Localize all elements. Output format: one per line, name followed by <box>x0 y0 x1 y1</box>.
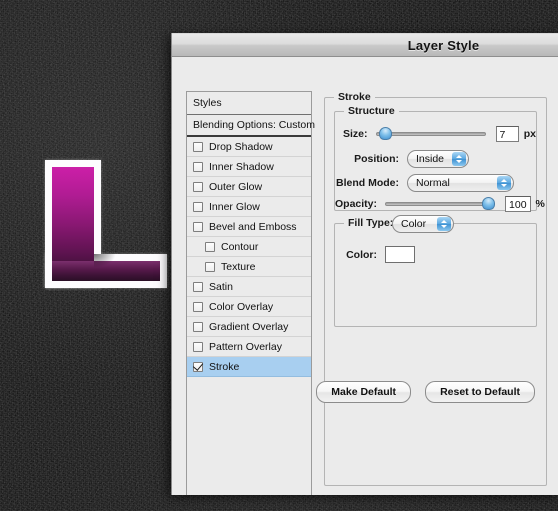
styles-list-item-label: Texture <box>221 260 256 273</box>
styles-list[interactable]: Styles Blending Options: Custom Drop Sha… <box>186 91 315 495</box>
fill-type-label: Fill Type: <box>344 217 398 229</box>
size-label: Size: <box>342 128 368 140</box>
size-value-input[interactable]: 7 <box>495 126 519 142</box>
checkbox-icon[interactable] <box>193 321 203 332</box>
color-field: Color: <box>343 246 415 263</box>
styles-list-item-label: Drop Shadow <box>209 140 273 153</box>
styles-list-item-label: Color Overlay <box>209 300 274 313</box>
fill-type-value: Color <box>401 218 427 230</box>
fill-type-group: Fill Type: Color Color: <box>334 215 537 327</box>
styles-list-item-label: Outer Glow <box>209 180 263 193</box>
styles-list-item[interactable]: Gradient Overlay <box>187 317 311 337</box>
opacity-field: Opacity: 100 % <box>335 196 545 212</box>
styles-list-item-label: Stroke <box>209 360 240 373</box>
size-slider-thumb[interactable] <box>379 127 393 140</box>
size-unit-label: px <box>523 128 536 140</box>
checkbox-icon[interactable] <box>193 221 203 232</box>
blend-mode-dropdown[interactable]: Normal <box>407 174 514 192</box>
styles-list-item-label: Contour <box>221 240 259 253</box>
blending-options-label: Blending Options: Custom <box>193 119 315 131</box>
stroke-group-label: Stroke <box>334 91 375 103</box>
layer-style-dialog: Layer Style Styles Blending Options: Cus… <box>171 33 558 495</box>
styles-list-item[interactable]: Satin <box>187 277 311 297</box>
styles-list-item-label: Gradient Overlay <box>209 320 289 333</box>
opacity-value-input[interactable]: 100 <box>505 196 531 212</box>
opacity-slider[interactable] <box>385 197 496 211</box>
styles-list-header[interactable]: Styles <box>187 92 311 115</box>
letter-l-inner-corner-shadow <box>94 254 116 268</box>
checkbox-icon[interactable] <box>193 161 203 172</box>
opacity-label: Opacity: <box>335 198 378 210</box>
styles-header-label: Styles <box>193 97 222 109</box>
styles-list-item[interactable]: Pattern Overlay <box>187 337 311 357</box>
dialog-title: Layer Style <box>407 37 480 53</box>
checkbox-icon[interactable] <box>193 141 203 152</box>
styles-list-item-label: Inner Shadow <box>209 160 274 173</box>
checkbox-icon[interactable] <box>193 181 203 192</box>
styles-list-item[interactable]: Contour <box>187 237 311 257</box>
blend-mode-value: Normal <box>416 177 450 189</box>
checkbox-icon[interactable] <box>205 241 215 252</box>
checkbox-icon[interactable] <box>193 281 203 292</box>
opacity-unit-label: % <box>535 198 545 210</box>
blend-mode-label: Blend Mode: <box>336 177 399 189</box>
dialog-button-row: Make Default Reset to Default <box>316 381 535 403</box>
opacity-slider-thumb[interactable] <box>482 197 496 210</box>
styles-list-item[interactable]: Texture <box>187 257 311 277</box>
checkbox-icon[interactable] <box>205 261 215 272</box>
styles-list-item[interactable]: Color Overlay <box>187 297 311 317</box>
styles-list-item-label: Satin <box>209 280 233 293</box>
checkbox-icon[interactable] <box>193 301 203 312</box>
dialog-titlebar[interactable]: Layer Style <box>172 33 558 57</box>
styles-list-item[interactable]: Inner Shadow <box>187 157 311 177</box>
size-slider[interactable] <box>375 127 486 141</box>
blend-mode-field: Blend Mode: Normal <box>335 174 536 192</box>
opacity-slider-track[interactable] <box>385 202 496 206</box>
make-default-button[interactable]: Make Default <box>316 381 412 403</box>
reset-to-default-button[interactable]: Reset to Default <box>425 381 535 403</box>
fill-type-dropdown[interactable]: Color <box>392 215 454 233</box>
color-label: Color: <box>346 248 377 261</box>
dialog-body: Styles Blending Options: Custom Drop Sha… <box>172 58 558 495</box>
styles-items-container: Drop Shadow Inner Shadow Outer Glow Inner G… <box>187 137 311 377</box>
styles-list-item[interactable]: Drop Shadow <box>187 137 311 157</box>
position-value: Inside <box>416 153 445 165</box>
structure-group-label: Structure <box>344 105 399 117</box>
styles-list-item[interactable]: Bevel and Emboss <box>187 217 311 237</box>
styles-list-item[interactable]: Outer Glow <box>187 177 311 197</box>
styles-list-item[interactable]: Stroke <box>187 357 311 377</box>
chevron-updown-icon <box>452 152 466 166</box>
styles-list-item-label: Pattern Overlay <box>209 340 282 353</box>
styles-list-item[interactable]: Inner Glow <box>187 197 311 217</box>
color-swatch[interactable] <box>385 246 415 263</box>
checkbox-icon[interactable] <box>193 341 203 352</box>
styles-list-item-label: Bevel and Emboss <box>209 220 297 233</box>
checkbox-icon[interactable] <box>193 201 203 212</box>
stroke-settings-pane: Stroke Structure Size: 7 px Position: In… <box>316 91 547 486</box>
checkbox-icon[interactable] <box>193 361 203 372</box>
blending-options-row[interactable]: Blending Options: Custom <box>187 115 315 137</box>
position-label: Position: <box>354 153 399 165</box>
chevron-updown-icon <box>497 176 511 190</box>
letter-l-artwork <box>45 160 167 288</box>
styles-list-item-label: Inner Glow <box>209 200 260 213</box>
chevron-updown-icon <box>437 217 451 231</box>
position-field: Position: Inside <box>335 150 536 168</box>
structure-group: Structure Size: 7 px Position: Inside Bl… <box>334 105 545 212</box>
size-field: Size: 7 px <box>335 126 536 142</box>
position-dropdown[interactable]: Inside <box>407 150 469 168</box>
